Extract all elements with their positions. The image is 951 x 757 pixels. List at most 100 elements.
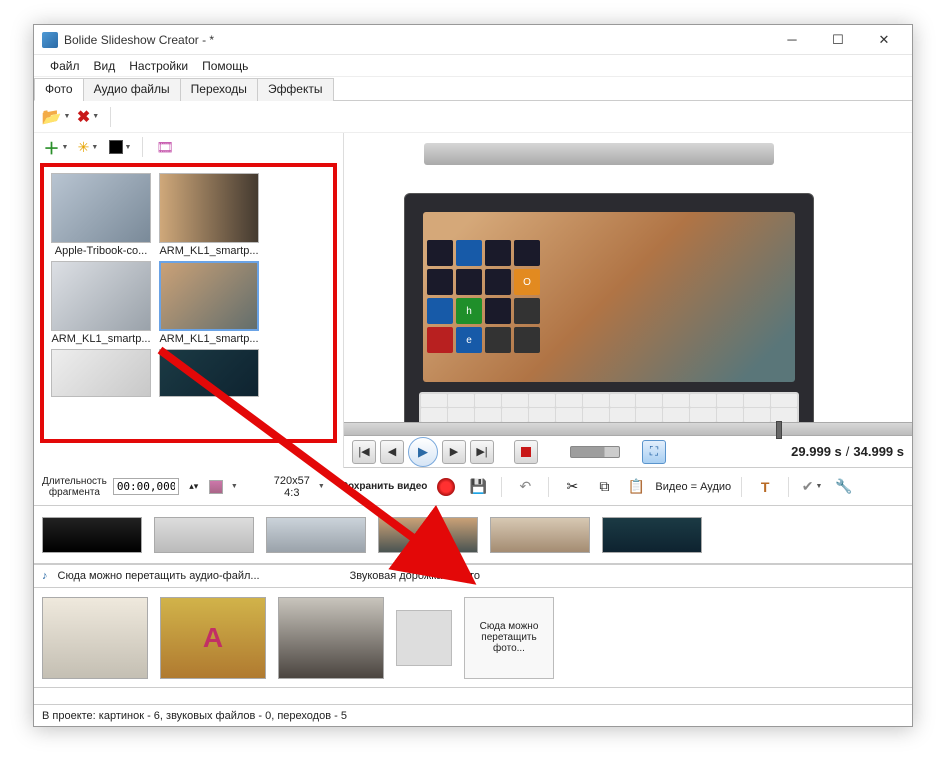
timeline-clip[interactable]: [42, 517, 142, 553]
thumb-item-selected[interactable]: ARM_KL1_smartp...: [156, 259, 262, 345]
timeline-clip[interactable]: [154, 517, 254, 553]
plus-icon: ＋: [44, 135, 60, 159]
thumb-item[interactable]: [48, 347, 154, 399]
timeline-clip[interactable]: [278, 597, 384, 679]
timeline-row-1[interactable]: [34, 506, 912, 564]
paste-button[interactable]: 📋: [623, 474, 649, 500]
timeline-clip[interactable]: [602, 517, 702, 553]
menu-file[interactable]: Файл: [50, 59, 80, 73]
thumb-item[interactable]: ARM_KL1_smartp...: [48, 259, 154, 345]
text-button[interactable]: T: [752, 474, 778, 500]
menubar: Файл Вид Настройки Помощь: [34, 55, 912, 77]
effect-button[interactable]: ✳ ▼: [74, 135, 102, 159]
app-window: Bolide Slideshow Creator - * ─ ☐ ✕ Файл …: [33, 24, 913, 727]
seek-handle[interactable]: [776, 421, 782, 439]
copy-icon: ⧉: [599, 478, 609, 495]
divider: [110, 107, 111, 127]
photo-thumbnails[interactable]: Apple-Tribook-co... ARM_KL1_smartp... AR…: [40, 163, 337, 443]
seek-bar[interactable]: [344, 422, 912, 436]
timeline-clip[interactable]: [42, 597, 148, 679]
thumb-caption: ARM_KL1_smartp...: [156, 245, 262, 257]
delete-button[interactable]: ✖ ▼: [74, 105, 102, 129]
tab-photo[interactable]: Фото: [34, 78, 84, 101]
play-button[interactable]: ▶: [408, 437, 438, 467]
tab-transitions[interactable]: Переходы: [180, 78, 258, 101]
divider: [788, 477, 789, 497]
save-button[interactable]: 💾: [465, 474, 491, 500]
menu-help[interactable]: Помощь: [202, 59, 248, 73]
device-keyboard: [419, 392, 799, 422]
maximize-button[interactable]: ☐: [818, 29, 858, 51]
menu-settings[interactable]: Настройки: [129, 59, 188, 73]
preview-area: O h e: [344, 133, 912, 422]
caret-icon: ▼: [91, 144, 98, 151]
apply-button[interactable]: ✔▼: [799, 474, 825, 500]
playback-bar: |◀ ◀ ▶ ▶ ▶| ⛶ 29.999 s / 34.999 s: [344, 436, 912, 468]
project-thumb[interactable]: [209, 480, 223, 494]
paste-icon: 📋: [628, 478, 645, 495]
timeline-drop-target[interactable]: Сюда можно перетащить фото...: [464, 597, 554, 679]
thumbnail-image: [159, 261, 259, 331]
time-total: 34.999 s: [853, 444, 904, 459]
preview-panel: O h e |◀ ◀: [344, 133, 912, 468]
duration-input[interactable]: [113, 478, 179, 495]
copy-button[interactable]: ⧉: [591, 474, 617, 500]
color-button[interactable]: ▼: [106, 135, 134, 159]
fullscreen-button[interactable]: ⛶: [642, 440, 666, 464]
caret-icon: ▼: [231, 483, 238, 490]
statusbar: В проекте: картинок - 6, звуковых файлов…: [34, 704, 912, 726]
minimize-button[interactable]: ─: [772, 29, 812, 51]
stop-button[interactable]: [514, 440, 538, 464]
check-icon: ✔: [802, 478, 814, 495]
timeline-clip[interactable]: [266, 517, 366, 553]
first-frame-button[interactable]: |◀: [352, 440, 376, 464]
close-button[interactable]: ✕: [864, 29, 904, 51]
thumbnail-image: [159, 349, 259, 397]
timeline-row-2[interactable]: A Сюда можно перетащить фото...: [34, 588, 912, 688]
tab-audio[interactable]: Аудио файлы: [83, 78, 181, 101]
last-frame-button[interactable]: ▶|: [470, 440, 494, 464]
project-toolbar: Длительность фрагмента ▴▾ ▼ 720x57 4:3 ▼…: [34, 468, 912, 506]
stop-icon: [521, 447, 531, 457]
divider: [548, 477, 549, 497]
app-icon: [42, 32, 58, 48]
thumb-item[interactable]: ARM_KL1_smartp...: [156, 171, 262, 257]
video-audio-sync-button[interactable]: Видео = Аудио: [655, 474, 731, 500]
audio-track[interactable]: ♪ Сюда можно перетащить аудио-файл... Зв…: [34, 564, 912, 588]
film-button[interactable]: 🎞: [151, 135, 179, 159]
caret-icon: ▼: [318, 483, 325, 490]
caret-icon: ▼: [125, 144, 132, 151]
record-icon: [437, 478, 455, 496]
duration-label: Длительность фрагмента: [42, 476, 107, 498]
timeline-clip[interactable]: [378, 517, 478, 553]
prev-frame-button[interactable]: ◀: [380, 440, 404, 464]
open-folder-button[interactable]: 📂 ▼: [42, 105, 70, 129]
statusbar-text: В проекте: картинок - 6, звуковых файлов…: [42, 710, 347, 722]
thumb-item[interactable]: Apple-Tribook-co...: [48, 171, 154, 257]
undo-button[interactable]: ↶: [512, 474, 538, 500]
left-panel: ＋ ▼ ✳ ▼ ▼ 🎞: [34, 133, 344, 468]
thumb-item[interactable]: [156, 347, 262, 399]
settings-button[interactable]: 🔧: [831, 474, 857, 500]
audio-drop-hint: Сюда можно перетащить аудио-файл...: [58, 570, 260, 582]
music-note-icon: ♪: [42, 570, 48, 582]
next-frame-button[interactable]: ▶: [442, 440, 466, 464]
spinner-icon: ▴▾: [189, 481, 198, 492]
tab-effects[interactable]: Эффекты: [257, 78, 334, 101]
timeline-clip[interactable]: [490, 517, 590, 553]
record-button[interactable]: [433, 474, 459, 500]
caret-icon: ▼: [92, 113, 99, 120]
volume-slider[interactable]: [570, 446, 620, 458]
menu-view[interactable]: Вид: [94, 59, 116, 73]
timeline-placeholder-small[interactable]: [396, 610, 452, 666]
timeline-clip[interactable]: A: [160, 597, 266, 679]
device-screen: O h e: [423, 212, 795, 382]
cut-button[interactable]: ✂: [559, 474, 585, 500]
save-video-label: Сохранить видео: [341, 481, 428, 492]
film-icon: 🎞: [156, 139, 174, 156]
floppy-icon: 💾: [470, 478, 487, 495]
wrench-icon: 🔧: [835, 478, 852, 495]
add-button[interactable]: ＋ ▼: [42, 135, 70, 159]
duration-spin[interactable]: ▴▾: [185, 478, 203, 496]
file-toolbar: 📂 ▼ ✖ ▼: [34, 101, 912, 133]
